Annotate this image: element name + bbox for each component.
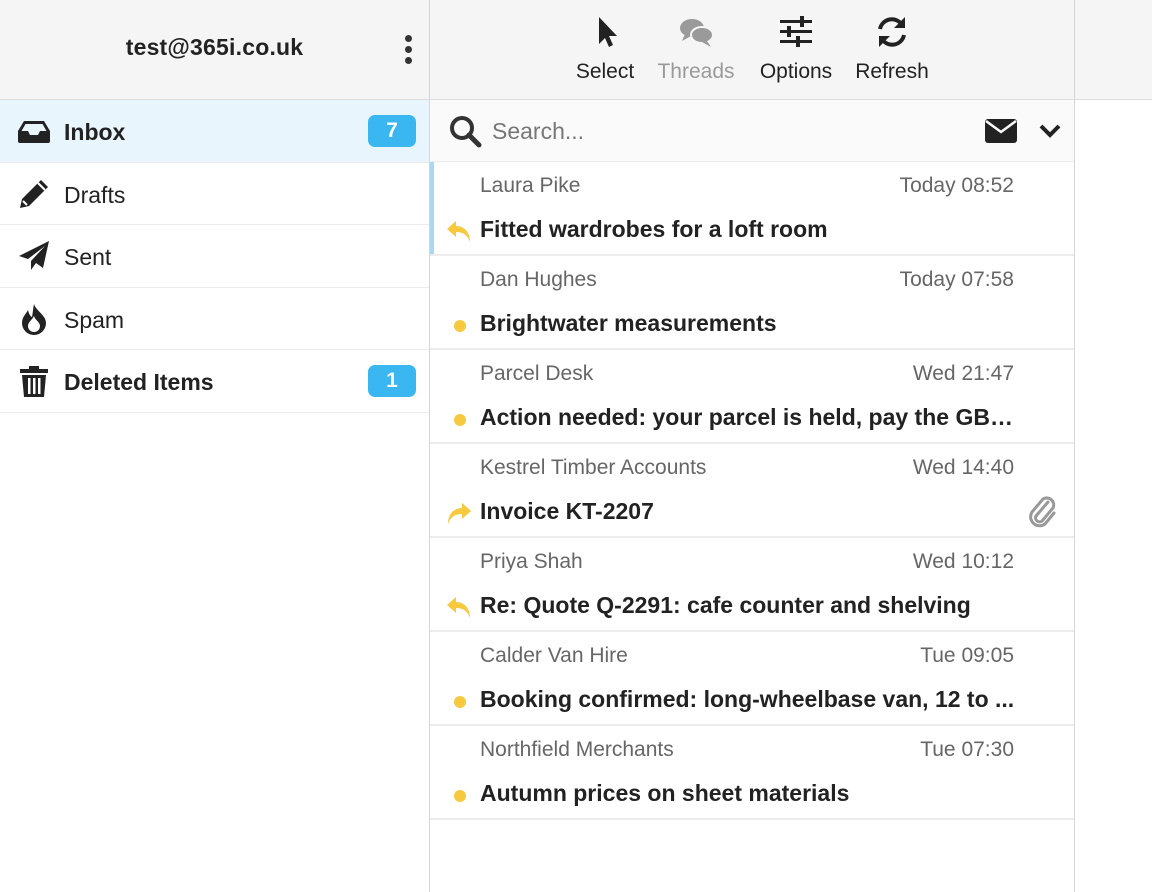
unread-dot (454, 790, 466, 802)
search-input[interactable] (492, 112, 962, 150)
message-sender: Kestrel Timber Accounts (480, 456, 707, 479)
sidebar-item-inbox[interactable]: Inbox 7 (0, 100, 429, 163)
reply-icon (447, 221, 470, 242)
message-sender: Parcel Desk (480, 362, 594, 385)
message-time: Wed 21:47 (912, 362, 1014, 385)
message-time: Wed 10:12 (912, 550, 1014, 573)
select-button[interactable]: Select (571, 0, 639, 100)
chevron-down-icon[interactable] (1038, 120, 1062, 142)
message-sender: Dan Hughes (480, 268, 597, 291)
sidebar-item-deleted-items[interactable]: Deleted Items 1 (0, 350, 429, 413)
inbox-icon (18, 121, 50, 143)
message-sender: Northfield Merchants (480, 738, 674, 761)
message-subject: Action needed: your parcel is held, pay … (480, 404, 1020, 430)
chat-bubbles-icon (680, 19, 714, 47)
message-sender: Priya Shah (480, 550, 583, 573)
message-subject: Autumn prices on sheet materials (480, 780, 850, 806)
message-row[interactable]: Priya Shah Wed 10:12 Re: Quote Q-2291: c… (430, 538, 1074, 632)
forward-icon (448, 503, 471, 524)
folder-label: Sent (64, 244, 112, 270)
message-sender: Calder Van Hire (480, 644, 628, 667)
refresh-icon (878, 17, 906, 47)
message-time: Today 08:52 (899, 174, 1014, 197)
message-list: Laura Pike Today 08:52 Fitted wardrobes … (430, 162, 1074, 820)
unread-count-badge: 7 (368, 115, 416, 147)
sidebar-item-spam[interactable]: Spam (0, 288, 429, 350)
options-label: Options (759, 60, 833, 83)
toolbar: Select Threads Options Refresh (430, 0, 1075, 100)
pencil-icon (20, 179, 48, 208)
search-bar (430, 100, 1074, 162)
refresh-button[interactable]: Refresh (852, 0, 932, 100)
reply-icon (447, 597, 470, 618)
message-row[interactable]: Northfield Merchants Tue 07:30 Autumn pr… (430, 726, 1074, 820)
message-subject: Fitted wardrobes for a loft room (480, 216, 828, 242)
cursor-icon (599, 17, 617, 47)
message-subject: Brightwater measurements (480, 310, 777, 336)
account-email: test@365i.co.uk (125, 34, 304, 60)
kebab-menu-icon[interactable] (398, 32, 418, 68)
unread-dot (454, 320, 466, 332)
message-time: Wed 14:40 (912, 456, 1014, 479)
options-button[interactable]: Options (752, 0, 840, 100)
message-row[interactable]: Laura Pike Today 08:52 Fitted wardrobes … (430, 162, 1074, 256)
fire-icon (22, 303, 46, 335)
refresh-label: Refresh (855, 60, 929, 83)
unread-dot (454, 414, 466, 426)
sidebar-item-sent[interactable]: Sent (0, 225, 429, 288)
folder-label: Deleted Items (64, 369, 214, 395)
paper-plane-icon (19, 241, 49, 270)
paperclip-icon (1029, 496, 1056, 528)
list-divider (1074, 0, 1075, 892)
reading-pane-header (1075, 0, 1152, 100)
message-time: Tue 09:05 (920, 644, 1014, 667)
threads-button[interactable]: Threads (655, 0, 737, 100)
folder-label: Drafts (64, 181, 126, 208)
message-subject: Re: Quote Q-2291: cafe counter and shelv… (480, 592, 971, 618)
folder-label: Spam (64, 306, 125, 333)
message-row[interactable]: Kestrel Timber Accounts Wed 14:40 Invoic… (430, 444, 1074, 538)
unread-count-badge: 1 (368, 365, 416, 397)
message-time: Today 07:58 (899, 268, 1014, 291)
message-time: Tue 07:30 (920, 738, 1014, 761)
folder-label: Inbox (64, 119, 126, 145)
message-row[interactable]: Dan Hughes Today 07:58 Brightwater measu… (430, 256, 1074, 350)
search-icon[interactable] (448, 114, 482, 148)
account-header: test@365i.co.uk (0, 0, 429, 100)
envelope-icon[interactable] (984, 117, 1018, 145)
folder-sidebar: Inbox 7 Drafts Sent Spam Deleted Items 1 (0, 100, 429, 413)
message-row[interactable]: Parcel Desk Wed 21:47 Action needed: you… (430, 350, 1074, 444)
message-sender: Laura Pike (480, 174, 581, 197)
trash-icon (20, 366, 48, 397)
threads-label: Threads (657, 60, 735, 83)
unread-dot (454, 696, 466, 708)
message-subject: Invoice KT-2207 (480, 498, 654, 524)
select-label: Select (575, 60, 635, 83)
sidebar-item-drafts[interactable]: Drafts (0, 163, 429, 225)
sliders-icon (780, 16, 812, 47)
message-row[interactable]: Calder Van Hire Tue 09:05 Booking confir… (430, 632, 1074, 726)
message-subject: Booking confirmed: long-wheelbase van, 1… (480, 686, 1015, 712)
